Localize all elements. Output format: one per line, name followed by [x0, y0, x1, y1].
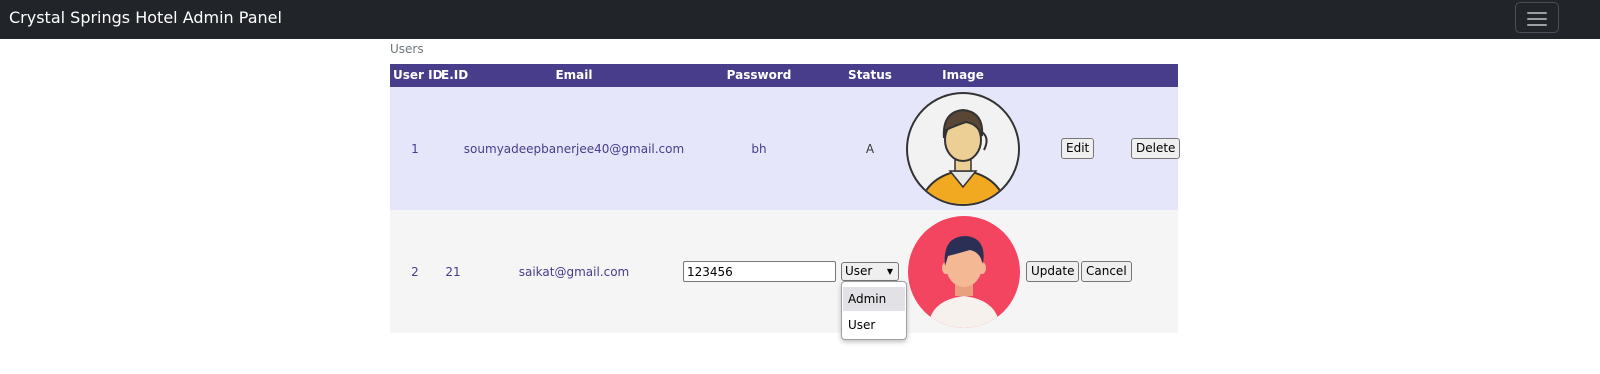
navbar-brand[interactable]: Crystal Springs Hotel Admin Panel	[9, 8, 282, 27]
top-navbar: Crystal Springs Hotel Admin Panel	[0, 0, 1600, 39]
status-selected-value: User	[845, 264, 873, 278]
menu-toggle-button[interactable]	[1515, 2, 1559, 33]
male-avatar-icon	[906, 92, 1020, 206]
status-option-admin[interactable]: Admin	[843, 287, 905, 311]
header-eid: E.ID	[441, 68, 469, 82]
cancel-button[interactable]: Cancel	[1081, 261, 1132, 282]
cell-email: saikat@gmail.com	[518, 265, 630, 279]
male-avatar-icon	[908, 216, 1020, 328]
chevron-down-icon: ▼	[886, 267, 893, 276]
table-caption: Users	[390, 42, 424, 56]
cell-password: bh	[751, 142, 767, 156]
delete-button[interactable]: Delete	[1131, 138, 1181, 159]
header-password: Password	[726, 68, 792, 82]
status-select[interactable]: User ▼	[841, 262, 899, 281]
status-option-user[interactable]: User	[843, 313, 905, 337]
table-row: 2 21 saikat@gmail.com User ▼ Update Canc…	[390, 210, 1178, 333]
cell-email: soumyadeepbanerjee40@gmail.com	[463, 142, 685, 156]
cell-user-id: 2	[411, 265, 419, 279]
cell-status: A	[865, 142, 875, 156]
update-button[interactable]: Update	[1026, 261, 1080, 282]
header-image: Image	[942, 68, 984, 82]
cell-eid: 21	[445, 265, 461, 279]
table-row: 1 soumyadeepbanerjee40@gmail.com bh A Ed…	[390, 87, 1181, 210]
header-user-id: User ID	[393, 68, 443, 82]
password-input[interactable]	[683, 261, 836, 282]
header-email: Email	[555, 68, 593, 82]
header-status: Status	[848, 68, 892, 82]
hamburger-icon	[1527, 12, 1547, 14]
edit-button[interactable]: Edit	[1061, 138, 1095, 159]
cell-user-id: 1	[411, 142, 419, 156]
table-header: User ID E.ID Email Password Status Image	[390, 64, 1178, 87]
status-dropdown-menu: Admin User	[841, 281, 907, 340]
